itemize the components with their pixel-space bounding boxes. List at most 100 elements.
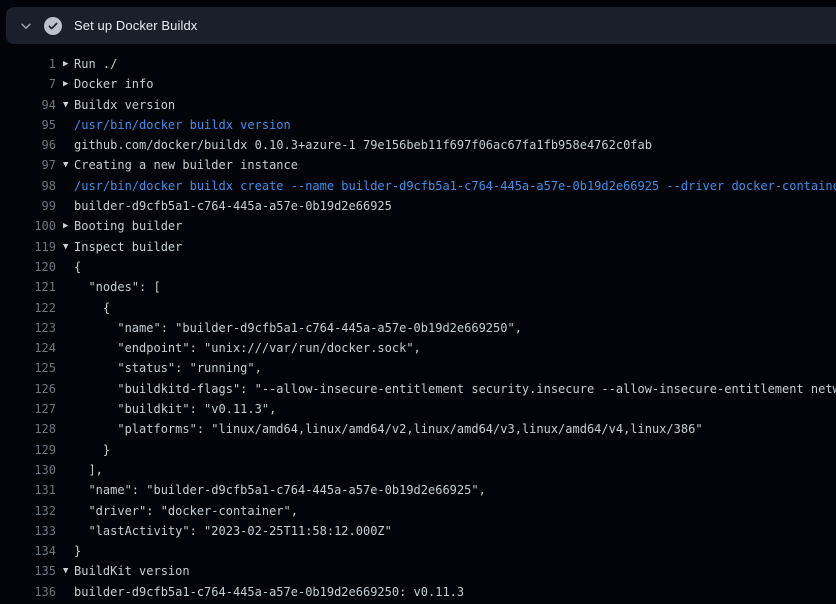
- log-text: Booting builder: [74, 216, 182, 236]
- marker-spacer: [56, 379, 74, 399]
- log-row: 132 "driver": "docker-container",: [0, 501, 836, 521]
- log-row: 99 builder-d9cfb5a1-c764-445a-a57e-0b19d2…: [0, 196, 836, 216]
- command-text: /usr/bin/docker buildx create --name bui…: [74, 176, 836, 196]
- chevron-right-icon: ▶: [56, 216, 74, 236]
- line-number[interactable]: 94: [0, 95, 56, 115]
- marker-spacer: [56, 115, 74, 135]
- log-row: 121 "nodes": [: [0, 277, 836, 297]
- log-text: Inspect builder: [74, 237, 182, 257]
- log-text: }: [74, 541, 81, 561]
- log-text: "nodes": [: [74, 277, 161, 297]
- log-row: 131 "name": "builder-d9cfb5a1-c764-445a-…: [0, 480, 836, 500]
- log-text: {: [74, 298, 110, 318]
- log-row: 122 {: [0, 298, 836, 318]
- log-text: Run ./: [74, 54, 117, 74]
- line-number[interactable]: 136: [0, 582, 56, 602]
- line-number[interactable]: 119: [0, 237, 56, 257]
- marker-spacer: [56, 318, 74, 338]
- log-row: 95/usr/bin/docker buildx version: [0, 115, 836, 135]
- step-title: Set up Docker Buildx: [74, 18, 197, 33]
- marker-spacer: [56, 298, 74, 318]
- line-number[interactable]: 96: [0, 135, 56, 155]
- chevron-down-icon: ▼: [56, 237, 74, 257]
- log-text: }: [74, 440, 110, 460]
- marker-spacer: [56, 135, 74, 155]
- log-text: Creating a new builder instance: [74, 155, 298, 175]
- log-row: 127 "buildkit": "v0.11.3",: [0, 399, 836, 419]
- log-group-row[interactable]: 1▶Run ./: [0, 54, 836, 74]
- line-number[interactable]: 98: [0, 176, 56, 196]
- line-number[interactable]: 135: [0, 561, 56, 581]
- line-number[interactable]: 7: [0, 74, 56, 94]
- line-number[interactable]: 129: [0, 440, 56, 460]
- check-circle-icon: [44, 17, 62, 35]
- log-group-row[interactable]: 100▶Booting builder: [0, 216, 836, 236]
- line-number[interactable]: 121: [0, 277, 56, 297]
- actions-log-page: Set up Docker Buildx 1▶Run ./7▶Docker in…: [0, 0, 836, 604]
- log-row: 96 github.com/docker/buildx 0.10.3+azure-…: [0, 135, 836, 155]
- line-number[interactable]: 133: [0, 521, 56, 541]
- chevron-down-icon: ▼: [56, 155, 74, 175]
- log-row: 134}: [0, 541, 836, 561]
- line-number[interactable]: 124: [0, 338, 56, 358]
- marker-spacer: [56, 358, 74, 378]
- line-number[interactable]: 100: [0, 216, 56, 236]
- marker-spacer: [56, 399, 74, 419]
- line-number[interactable]: 99: [0, 196, 56, 216]
- marker-spacer: [56, 338, 74, 358]
- line-number[interactable]: 125: [0, 358, 56, 378]
- line-number[interactable]: 95: [0, 115, 56, 135]
- log-text: "driver": "docker-container",: [74, 501, 298, 521]
- line-number[interactable]: 131: [0, 480, 56, 500]
- marker-spacer: [56, 257, 74, 277]
- line-number[interactable]: 130: [0, 460, 56, 480]
- log-row: 130 ],: [0, 460, 836, 480]
- marker-spacer: [56, 541, 74, 561]
- log-row: 123 "name": "builder-d9cfb5a1-c764-445a-…: [0, 318, 836, 338]
- line-number[interactable]: 132: [0, 501, 56, 521]
- log-row: 136 builder-d9cfb5a1-c764-445a-a57e-0b19d…: [0, 582, 836, 602]
- log-text: BuildKit version: [74, 561, 190, 581]
- log-row: 129 }: [0, 440, 836, 460]
- log-lines: 1▶Run ./7▶Docker info94▼Buildx version95…: [0, 54, 836, 602]
- command-text: /usr/bin/docker buildx version: [74, 115, 291, 135]
- log-text: "name": "builder-d9cfb5a1-c764-445a-a57e…: [74, 318, 522, 338]
- line-number[interactable]: 134: [0, 541, 56, 561]
- marker-spacer: [56, 480, 74, 500]
- log-row: 133 "lastActivity": "2023-02-25T11:58:12…: [0, 521, 836, 541]
- log-group-row[interactable]: 135▼BuildKit version: [0, 561, 836, 581]
- log-row: 120{: [0, 257, 836, 277]
- line-number[interactable]: 127: [0, 399, 56, 419]
- log-text: github.com/docker/buildx 0.10.3+azure-1 …: [74, 135, 652, 155]
- chevron-right-icon: ▶: [56, 54, 74, 74]
- marker-spacer: [56, 277, 74, 297]
- line-number[interactable]: 128: [0, 419, 56, 439]
- log-text: "status": "running",: [74, 358, 262, 378]
- log-text: builder-d9cfb5a1-c764-445a-a57e-0b19d2e6…: [74, 196, 392, 216]
- step-header[interactable]: Set up Docker Buildx: [6, 7, 836, 44]
- log-text: "endpoint": "unix:///var/run/docker.sock…: [74, 338, 421, 358]
- line-number[interactable]: 120: [0, 257, 56, 277]
- log-group-row[interactable]: 97▼Creating a new builder instance: [0, 155, 836, 175]
- log-text: Docker info: [74, 74, 153, 94]
- log-text: "lastActivity": "2023-02-25T11:58:12.000…: [74, 521, 392, 541]
- log-group-row[interactable]: 94▼Buildx version: [0, 95, 836, 115]
- log-row: 124 "endpoint": "unix:///var/run/docker.…: [0, 338, 836, 358]
- chevron-down-icon[interactable]: [18, 18, 33, 33]
- log-group-row[interactable]: 7▶Docker info: [0, 74, 836, 94]
- line-number[interactable]: 1: [0, 54, 56, 74]
- log-row: 98/usr/bin/docker buildx create --name b…: [0, 176, 836, 196]
- log-text: builder-d9cfb5a1-c764-445a-a57e-0b19d2e6…: [74, 582, 464, 602]
- line-number[interactable]: 97: [0, 155, 56, 175]
- line-number[interactable]: 126: [0, 379, 56, 399]
- log-text: ],: [74, 460, 103, 480]
- log-row: 126 "buildkitd-flags": "--allow-insecure…: [0, 379, 836, 399]
- log-text: "buildkit": "v0.11.3",: [74, 399, 276, 419]
- chevron-down-icon: ▼: [56, 561, 74, 581]
- line-number[interactable]: 122: [0, 298, 56, 318]
- log-text: "platforms": "linux/amd64,linux/amd64/v2…: [74, 419, 703, 439]
- log-group-row[interactable]: 119▼Inspect builder: [0, 237, 836, 257]
- chevron-down-icon: ▼: [56, 95, 74, 115]
- line-number[interactable]: 123: [0, 318, 56, 338]
- marker-spacer: [56, 501, 74, 521]
